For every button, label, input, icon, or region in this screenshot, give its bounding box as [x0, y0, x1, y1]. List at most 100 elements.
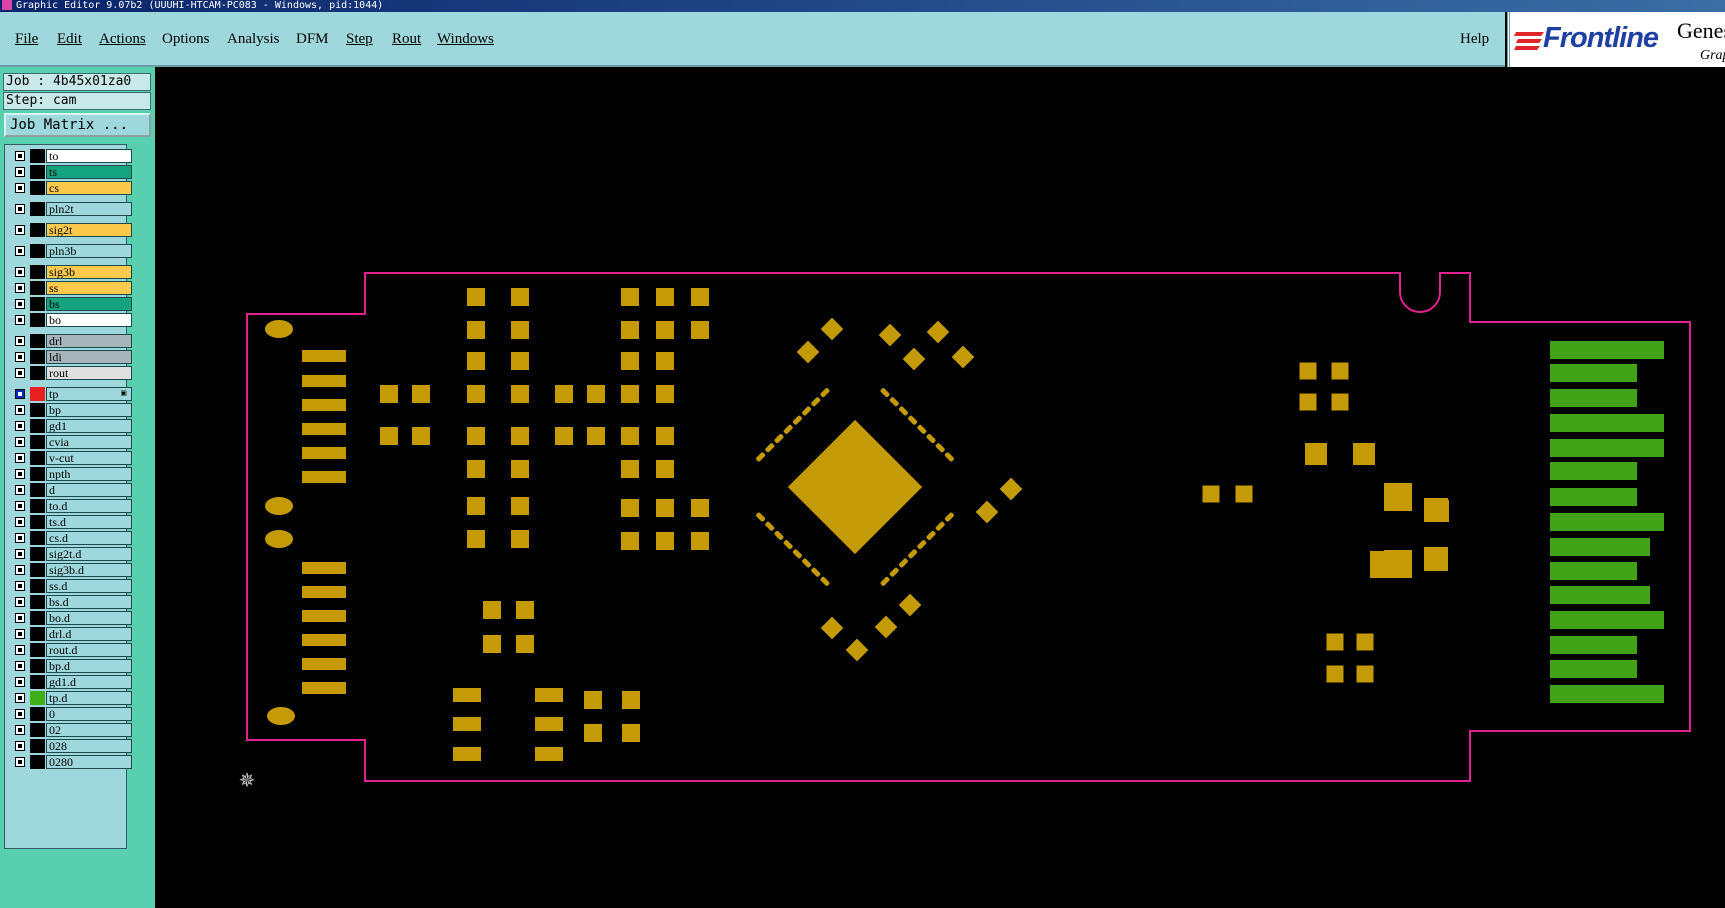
- layer-name[interactable]: d: [46, 483, 132, 497]
- layer-name[interactable]: drl.d: [46, 627, 132, 641]
- layer-checkbox[interactable]: [15, 246, 25, 256]
- layer-checkbox[interactable]: [15, 151, 25, 161]
- layer-swatch[interactable]: [30, 499, 45, 513]
- menu-options[interactable]: Options: [162, 31, 210, 48]
- layer-checkbox[interactable]: [15, 405, 25, 415]
- layer-swatch[interactable]: [30, 281, 45, 295]
- layer-name[interactable]: ts: [46, 165, 132, 179]
- layer-swatch[interactable]: [30, 579, 45, 593]
- layer-row-cs.d[interactable]: cs.d: [9, 531, 132, 545]
- layer-row-ss.d[interactable]: ss.d: [9, 579, 132, 593]
- layer-row-ldi[interactable]: ldi: [9, 350, 132, 364]
- layer-name[interactable]: cvia: [46, 435, 132, 449]
- layer-row-pln3b[interactable]: pln3b: [9, 244, 132, 258]
- layer-swatch[interactable]: [30, 366, 45, 380]
- layer-name[interactable]: cs.d: [46, 531, 132, 545]
- layer-checkbox[interactable]: [15, 661, 25, 671]
- layer-row-cvia[interactable]: cvia: [9, 435, 132, 449]
- layer-row-0280[interactable]: 0280: [9, 755, 132, 769]
- layer-row-bs[interactable]: bs: [9, 297, 132, 311]
- layer-swatch[interactable]: [30, 467, 45, 481]
- layer-row-ts.d[interactable]: ts.d: [9, 515, 132, 529]
- layer-name[interactable]: drl: [46, 334, 132, 348]
- layer-swatch[interactable]: [30, 691, 45, 705]
- layer-row-drl[interactable]: drl: [9, 334, 132, 348]
- layer-checkbox[interactable]: [15, 485, 25, 495]
- layer-row-cs[interactable]: cs: [9, 181, 132, 195]
- layer-checkbox[interactable]: [15, 501, 25, 511]
- layer-checkbox[interactable]: [15, 267, 25, 277]
- layer-name[interactable]: gd1.d: [46, 675, 132, 689]
- layer-swatch[interactable]: [30, 202, 45, 216]
- layer-swatch[interactable]: [30, 223, 45, 237]
- layer-row-bo[interactable]: bo: [9, 313, 132, 327]
- layer-swatch[interactable]: [30, 595, 45, 609]
- layer-swatch[interactable]: [30, 387, 45, 401]
- layer-swatch[interactable]: [30, 313, 45, 327]
- layer-row-ts[interactable]: ts: [9, 165, 132, 179]
- layer-row-0[interactable]: 0: [9, 707, 132, 721]
- menu-rout[interactable]: Rout: [392, 31, 421, 48]
- layer-checkbox[interactable]: [15, 336, 25, 346]
- layer-swatch[interactable]: [30, 707, 45, 721]
- layer-swatch[interactable]: [30, 675, 45, 689]
- layer-row-d[interactable]: d: [9, 483, 132, 497]
- layer-swatch[interactable]: [30, 451, 45, 465]
- layer-name[interactable]: sig3b.d: [46, 563, 132, 577]
- layer-row-tp[interactable]: tp ▣: [9, 387, 132, 401]
- layer-name[interactable]: cs: [46, 181, 132, 195]
- layer-checkbox[interactable]: [15, 581, 25, 591]
- layer-swatch[interactable]: [30, 723, 45, 737]
- layer-swatch[interactable]: [30, 547, 45, 561]
- layer-name[interactable]: sig2t.d: [46, 547, 132, 561]
- layer-name[interactable]: 0280: [46, 755, 132, 769]
- menu-windows[interactable]: Windows: [437, 31, 494, 48]
- layer-checkbox[interactable]: [15, 368, 25, 378]
- layer-name[interactable]: tp.d: [46, 691, 132, 705]
- layer-checkbox[interactable]: [15, 421, 25, 431]
- layer-name[interactable]: bo: [46, 313, 132, 327]
- layer-name[interactable]: v-cut: [46, 451, 132, 465]
- layer-name[interactable]: bp: [46, 403, 132, 417]
- menu-step[interactable]: Step: [346, 31, 373, 48]
- layer-checkbox[interactable]: [15, 517, 25, 527]
- layer-row-bp.d[interactable]: bp.d: [9, 659, 132, 673]
- layer-name[interactable]: tp: [46, 387, 132, 401]
- layer-name[interactable]: bp.d: [46, 659, 132, 673]
- layer-row-to.d[interactable]: to.d: [9, 499, 132, 513]
- layer-name[interactable]: pln3b: [46, 244, 132, 258]
- layer-swatch[interactable]: [30, 435, 45, 449]
- layer-swatch[interactable]: [30, 531, 45, 545]
- layer-name[interactable]: sig3b: [46, 265, 132, 279]
- layer-swatch[interactable]: [30, 165, 45, 179]
- layer-swatch[interactable]: [30, 403, 45, 417]
- layer-swatch[interactable]: [30, 739, 45, 753]
- menu-edit[interactable]: Edit: [57, 31, 82, 48]
- layer-swatch[interactable]: [30, 181, 45, 195]
- layer-row-bo.d[interactable]: bo.d: [9, 611, 132, 625]
- layer-row-gd1.d[interactable]: gd1.d: [9, 675, 132, 689]
- layer-name[interactable]: 02: [46, 723, 132, 737]
- layer-swatch[interactable]: [30, 755, 45, 769]
- menu-analysis[interactable]: Analysis: [227, 31, 280, 48]
- layer-row-sig3b.d[interactable]: sig3b.d: [9, 563, 132, 577]
- layer-swatch[interactable]: [30, 244, 45, 258]
- layer-name[interactable]: gd1: [46, 419, 132, 433]
- layer-row-sig3b[interactable]: sig3b: [9, 265, 132, 279]
- layer-swatch[interactable]: [30, 563, 45, 577]
- layer-row-sig2t.d[interactable]: sig2t.d: [9, 547, 132, 561]
- layer-checkbox[interactable]: [15, 549, 25, 559]
- layer-row-rout.d[interactable]: rout.d: [9, 643, 132, 657]
- layer-checkbox[interactable]: [15, 741, 25, 751]
- layer-swatch[interactable]: [30, 297, 45, 311]
- layer-swatch[interactable]: [30, 515, 45, 529]
- layer-checkbox[interactable]: [15, 315, 25, 325]
- layer-name[interactable]: npth: [46, 467, 132, 481]
- menu-actions[interactable]: Actions: [99, 31, 146, 48]
- menu-file[interactable]: File: [15, 31, 38, 48]
- layer-swatch[interactable]: [30, 659, 45, 673]
- layer-name[interactable]: ts.d: [46, 515, 132, 529]
- layer-swatch[interactable]: [30, 350, 45, 364]
- layer-checkbox[interactable]: [15, 533, 25, 543]
- layer-checkbox[interactable]: [15, 709, 25, 719]
